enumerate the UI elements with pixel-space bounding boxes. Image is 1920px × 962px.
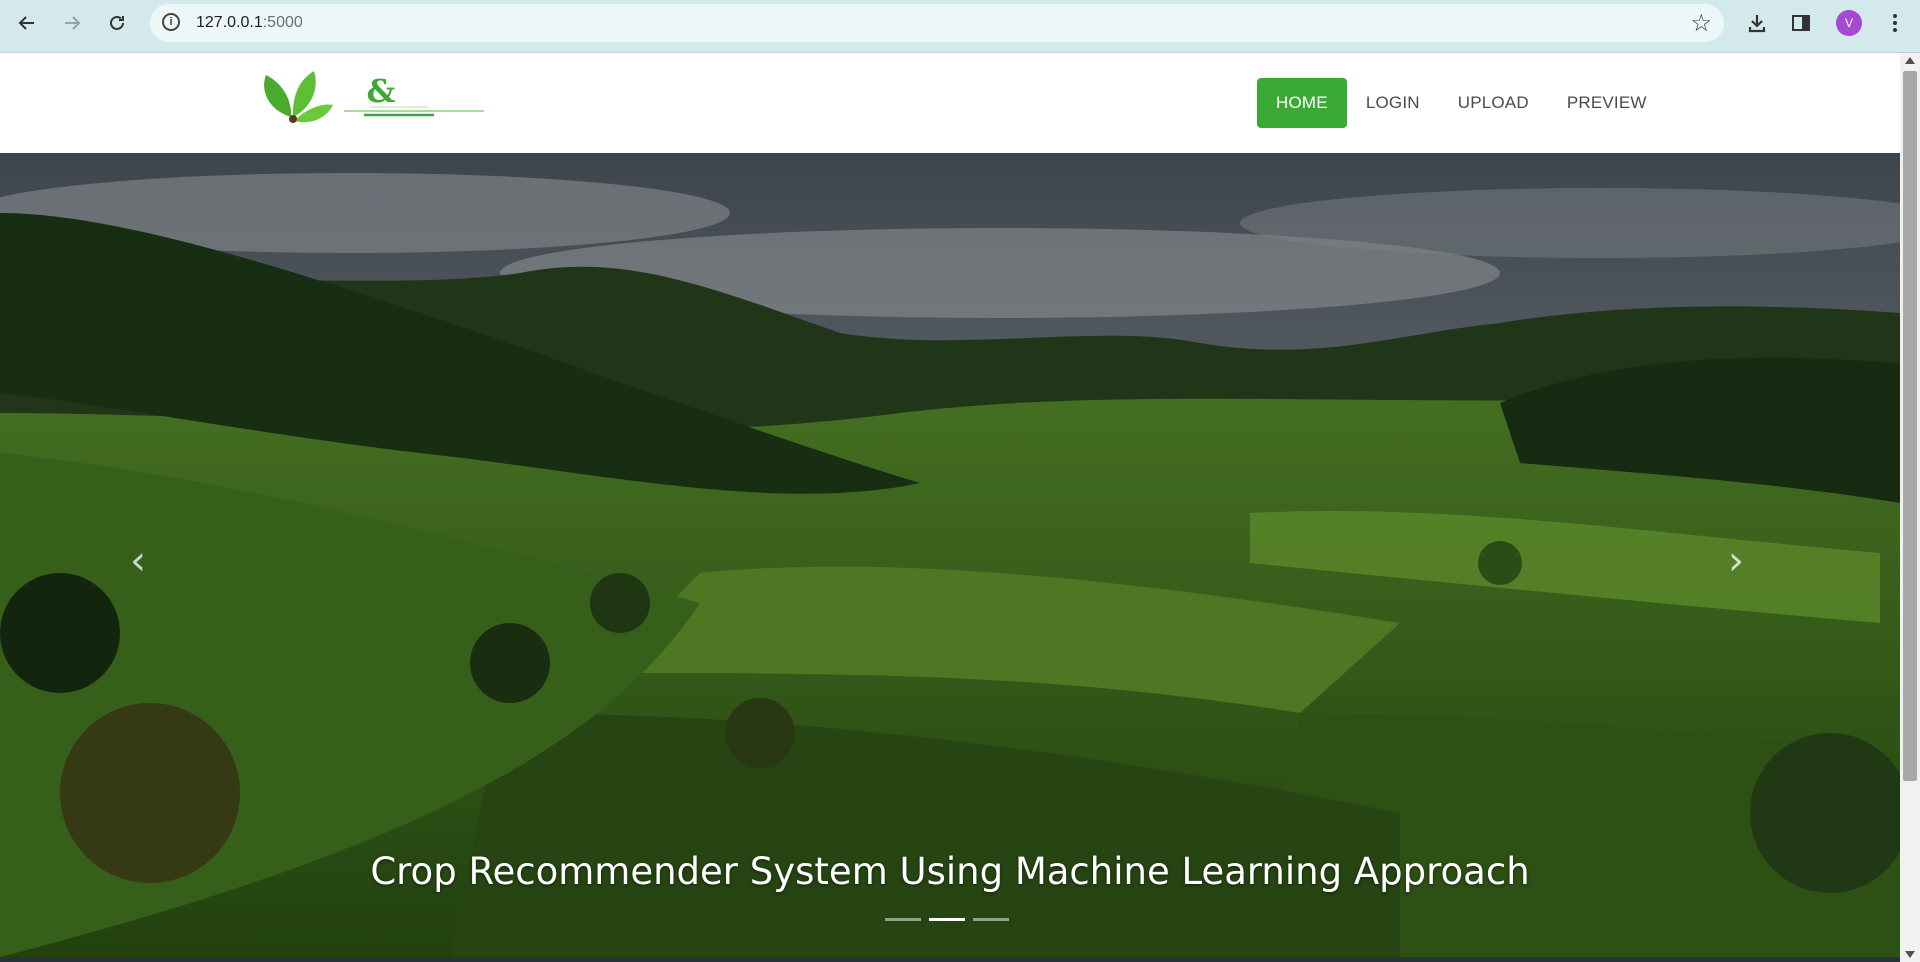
- carousel-next-icon[interactable]: ›: [1728, 538, 1744, 584]
- more-menu-icon[interactable]: [1880, 8, 1910, 38]
- leaf-logo-icon: [264, 71, 333, 123]
- carousel-indicator-2[interactable]: [929, 918, 965, 921]
- url-text[interactable]: 127.0.0.1:5000: [196, 14, 303, 32]
- address-bar[interactable]: i 127.0.0.1:5000 ☆: [150, 4, 1724, 42]
- hero-carousel: ‹ › Crop Recommender System Using Machin…: [0, 153, 1900, 957]
- profile-avatar[interactable]: V: [1836, 10, 1862, 36]
- scrollbar-thumb[interactable]: [1903, 71, 1917, 781]
- site-logo[interactable]: &: [258, 65, 484, 141]
- hero-overlay: [0, 153, 1900, 957]
- site-header: & HOME LOGIN UPLOAD PREVIEW: [0, 53, 1900, 153]
- download-icon[interactable]: [1742, 8, 1772, 38]
- side-panel-icon[interactable]: [1786, 8, 1816, 38]
- hero-caption: Crop Recommender System Using Machine Le…: [370, 850, 1530, 893]
- nav-preview[interactable]: PREVIEW: [1548, 78, 1666, 128]
- carousel-indicator-3[interactable]: [973, 918, 1009, 921]
- page-bottom-strip: [0, 957, 1900, 962]
- nav-home[interactable]: HOME: [1257, 78, 1347, 128]
- page-scrollbar[interactable]: [1900, 53, 1920, 962]
- back-arrow-icon[interactable]: [11, 7, 43, 39]
- carousel-prev-icon[interactable]: ‹: [130, 538, 146, 584]
- nav-upload[interactable]: UPLOAD: [1439, 78, 1548, 128]
- bookmark-star-icon[interactable]: ☆: [1690, 9, 1712, 38]
- browser-toolbar: i 127.0.0.1:5000 ☆ V: [0, 0, 1920, 53]
- scroll-down-icon[interactable]: [1905, 951, 1915, 958]
- main-navigation: HOME LOGIN UPLOAD PREVIEW: [1257, 78, 1666, 128]
- scroll-up-icon[interactable]: [1905, 57, 1915, 64]
- nav-login[interactable]: LOGIN: [1347, 78, 1439, 128]
- carousel-indicator-1[interactable]: [885, 918, 921, 921]
- reload-icon[interactable]: [101, 7, 133, 39]
- forward-arrow-icon[interactable]: [56, 7, 88, 39]
- site-info-icon[interactable]: i: [162, 13, 180, 31]
- carousel-indicators: [885, 918, 1009, 921]
- svg-text:&: &: [367, 72, 396, 110]
